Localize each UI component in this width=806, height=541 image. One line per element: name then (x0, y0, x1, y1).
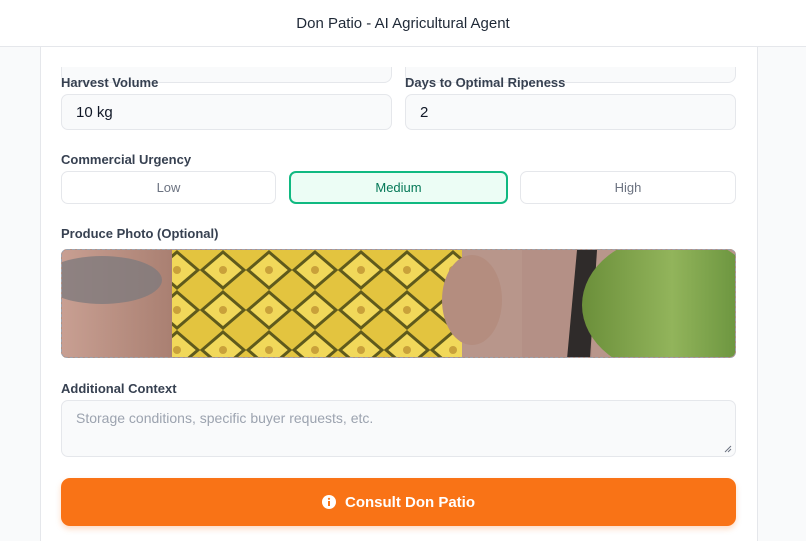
urgency-high-button[interactable]: High (520, 171, 736, 204)
context-placeholder: Storage conditions, specific buyer reque… (76, 410, 374, 426)
commercial-urgency-label: Commercial Urgency (61, 152, 192, 167)
app-header: Don Patio - AI Agricultural Agent (0, 0, 806, 47)
days-to-ripeness-input[interactable]: 2 (405, 94, 736, 130)
urgency-medium-button[interactable]: Medium (289, 171, 508, 204)
produce-photo-image (62, 250, 735, 357)
harvest-volume-label: Harvest Volume (61, 75, 159, 90)
days-to-ripeness-label: Days to Optimal Ripeness (405, 75, 566, 90)
additional-context-textarea[interactable]: Storage conditions, specific buyer reque… (61, 400, 736, 457)
resize-handle-icon[interactable] (724, 445, 732, 453)
page-title: Don Patio - AI Agricultural Agent (296, 14, 510, 32)
consult-button-label: Consult Don Patio (345, 493, 475, 511)
consult-button[interactable]: Consult Don Patio (61, 478, 736, 526)
produce-photo-label: Produce Photo (Optional) (61, 226, 219, 241)
urgency-low-button[interactable]: Low (61, 171, 276, 204)
produce-photo-dropzone[interactable] (61, 249, 736, 358)
info-icon (322, 495, 336, 509)
additional-context-label: Additional Context (61, 381, 177, 396)
harvest-volume-input[interactable]: 10 kg (61, 94, 392, 130)
